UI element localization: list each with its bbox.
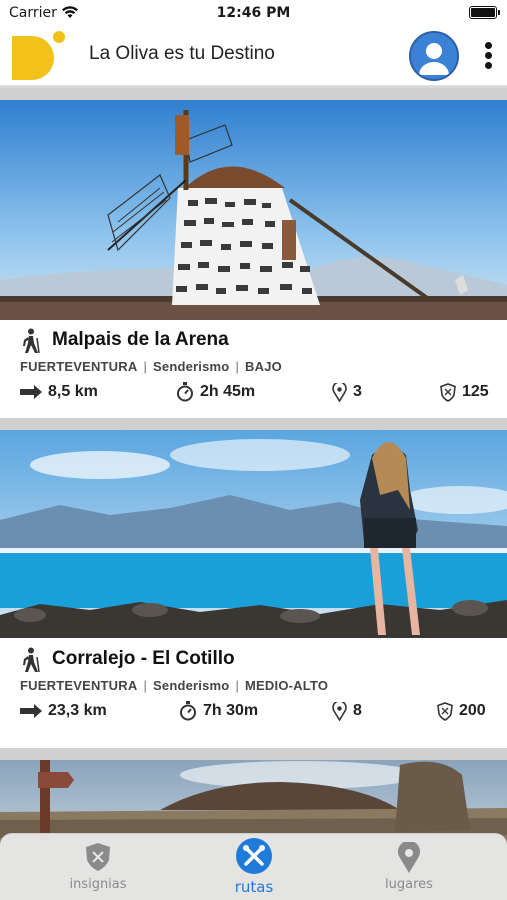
routes-feed[interactable]: Malpais de la Arena FUERTEVENTURA | Sender… xyxy=(0,88,507,900)
route-duration: 2h 45m xyxy=(176,381,255,403)
shield-icon xyxy=(86,843,110,871)
tab-bar: insignias rutas lugares xyxy=(0,833,507,900)
shield-icon xyxy=(437,701,453,721)
battery-icon xyxy=(469,6,500,19)
status-bar: Carrier 12:46 PM xyxy=(0,0,507,26)
route-difficulty: MEDIO-ALTO xyxy=(245,678,329,693)
route-difficulty: BAJO xyxy=(245,359,282,374)
tab-lugares[interactable]: lugares xyxy=(359,834,459,900)
route-type: Senderismo xyxy=(153,359,230,374)
tab-insignias[interactable]: insignias xyxy=(48,834,148,900)
route-type: Senderismo xyxy=(153,678,230,693)
route-meta: FUERTEVENTURA | Senderismo | MEDIO-ALTO xyxy=(20,678,329,693)
user-avatar-icon[interactable] xyxy=(409,31,459,81)
route-title[interactable]: Malpais de la Arena xyxy=(52,329,229,351)
tab-rutas[interactable]: rutas xyxy=(204,834,304,900)
route-card[interactable]: Corralejo - El Cotillo FUERTEVENTURA | Sen… xyxy=(0,430,507,748)
route-card[interactable]: Malpais de la Arena FUERTEVENTURA | Sender… xyxy=(0,100,507,418)
route-badge-points: 200 xyxy=(437,700,486,722)
location-pin-icon xyxy=(332,701,347,721)
hiking-icon xyxy=(23,328,40,354)
more-vertical-icon[interactable] xyxy=(478,40,498,72)
app-title: La Oliva es tu Destino xyxy=(89,43,275,64)
clock: 12:46 PM xyxy=(216,5,291,21)
stopwatch-icon xyxy=(180,701,196,721)
routes-icon xyxy=(236,838,272,874)
route-points: 3 xyxy=(332,381,362,403)
hiking-icon xyxy=(23,647,40,673)
distance-icon xyxy=(20,385,42,399)
route-points: 8 xyxy=(332,700,362,722)
distance-icon xyxy=(20,704,42,718)
logo-d-icon[interactable] xyxy=(12,30,66,82)
location-pin-icon xyxy=(332,382,347,402)
route-meta: FUERTEVENTURA | Senderismo | BAJO xyxy=(20,359,282,374)
route-photo-coast[interactable] xyxy=(0,430,507,638)
route-duration: 7h 30m xyxy=(179,700,258,722)
route-photo-windmill[interactable] xyxy=(0,100,507,320)
route-badge-points: 125 xyxy=(440,381,489,403)
route-distance: 23,3 km xyxy=(20,700,107,722)
location-pin-icon xyxy=(398,842,420,873)
app-header: La Oliva es tu Destino xyxy=(0,26,507,86)
stopwatch-icon xyxy=(177,382,193,402)
route-distance: 8,5 km xyxy=(20,381,98,403)
shield-icon xyxy=(440,382,456,402)
route-region: FUERTEVENTURA xyxy=(20,359,138,374)
route-region: FUERTEVENTURA xyxy=(20,678,138,693)
route-title[interactable]: Corralejo - El Cotillo xyxy=(52,648,235,670)
